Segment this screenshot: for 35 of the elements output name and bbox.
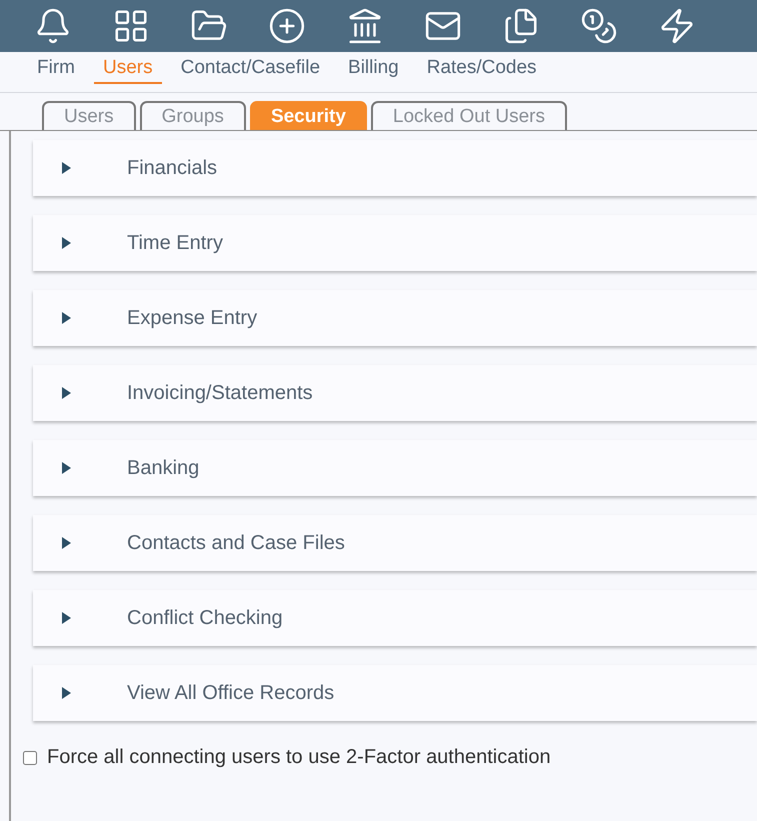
nav-tab[interactable]: Billing [339,52,408,84]
tab[interactable]: Users [42,101,136,130]
section-title: Expense Entry [127,306,258,330]
coins-icon[interactable] [580,7,618,45]
accordion-section[interactable]: View All Office Records [33,665,757,721]
caret-icon [62,162,71,174]
caret-icon [62,237,71,249]
nav-tab[interactable]: Firm [28,52,84,84]
tab[interactable]: Locked Out Users [370,101,567,130]
section-title: View All Office Records [127,682,334,704]
section-title: Banking [127,456,200,480]
accordion-section[interactable]: Financials [33,140,757,196]
caret-icon [62,612,71,624]
accordion-section[interactable]: Contacts and Case Files [33,515,757,571]
checkbox[interactable] [23,750,37,764]
section-title: Financials [127,156,218,180]
caret-icon [62,312,71,324]
accordion-section[interactable]: Conflict Checking [33,590,757,646]
caret-icon [62,537,71,549]
section-title: Contacts and Case Files [127,532,345,554]
accordion-section[interactable]: Banking [33,440,757,496]
add-icon[interactable] [268,7,306,45]
nav-tab[interactable]: Rates/Codes [418,52,546,84]
nav-tab[interactable]: Contact/Casefile [172,52,330,84]
caret-icon [62,387,71,399]
accordion-section[interactable]: Invoicing/Statements [33,365,757,421]
accordion-section[interactable]: Time Entry [33,215,757,271]
caret-icon [62,687,71,699]
caret-icon [62,462,71,474]
section-title: Conflict Checking [127,606,283,630]
accordion-section[interactable]: Expense Entry [33,290,757,346]
tab[interactable]: Groups [140,101,246,130]
checkbox-label: Force all connecting users to use 2-Factor authentication [47,746,551,769]
section-title: Invoicing/Statements [127,382,313,404]
section-title: Time Entry [127,232,223,254]
